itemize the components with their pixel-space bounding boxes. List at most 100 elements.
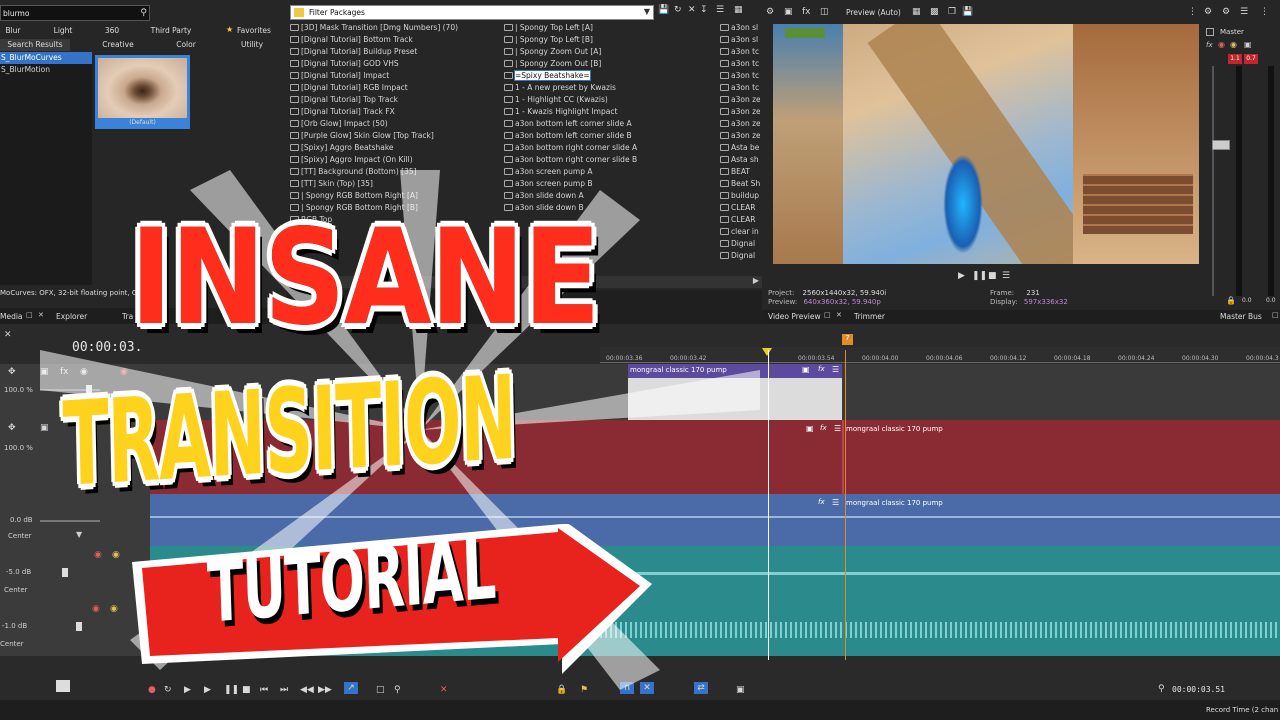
fx-icon[interactable]: fx — [818, 498, 825, 506]
preset-thumbnail[interactable]: (Default) — [95, 55, 190, 129]
refresh-icon[interactable]: ↻ — [674, 4, 682, 16]
device-icon[interactable]: ▣ — [784, 6, 793, 18]
preset-item[interactable]: a3on ze — [720, 106, 760, 118]
tab-light[interactable]: Light — [46, 26, 80, 35]
settings-icon[interactable]: ⚙ — [1204, 6, 1212, 18]
tab-360[interactable]: 360 — [100, 26, 124, 35]
preset-item[interactable]: [Purple Glow] Skin Glow [Top Track] — [290, 130, 504, 142]
search-icon[interactable]: ⚲ — [140, 7, 147, 19]
tab-master-bus[interactable]: Master Bus — [1220, 312, 1262, 321]
tab-favorites[interactable]: Favorites — [236, 26, 272, 35]
stop-icon[interactable]: ■ — [988, 270, 997, 282]
mixer-icon[interactable]: ⚙ — [1222, 6, 1230, 18]
preset-item[interactable]: [Orb Glow] Impact (50) — [290, 118, 504, 130]
fx-icon[interactable]: fx — [1206, 41, 1213, 49]
grid-overlay-icon[interactable]: ▦ — [912, 6, 921, 18]
preset-item[interactable]: [Dignal Tutorial] RGB Impact — [290, 82, 504, 94]
preset-item[interactable]: a3on bottom right corner slide A — [504, 142, 716, 154]
download-icon[interactable]: ↧ — [700, 4, 708, 16]
clip-menu-icon[interactable]: ☰ — [832, 498, 839, 507]
marker-flag[interactable]: 7 — [842, 334, 853, 345]
preview-quality-select[interactable]: Preview (Auto) — [846, 8, 901, 17]
preset-item[interactable]: | Spongy Top Left [A] — [504, 22, 716, 34]
play-icon[interactable]: ▶ — [958, 270, 965, 282]
preset-item[interactable]: [Dignal Tutorial] Track FX — [290, 106, 504, 118]
split-icon[interactable]: ◫ — [820, 6, 829, 18]
video-clip-2[interactable]: ▣ fx ☰ mongraal classic 170 pump — [806, 420, 1280, 494]
tab-search-results[interactable]: Search Results — [0, 39, 70, 51]
tab-color[interactable]: Color — [160, 40, 212, 49]
preset-item[interactable]: 1 - Highlight CC (Kwazis) — [504, 94, 716, 106]
preset-item[interactable]: a3on sl — [720, 22, 760, 34]
preset-item[interactable]: | Spongy Top Left [B] — [504, 34, 716, 46]
preset-item[interactable]: [Dignal Tutorial] Impact — [290, 70, 504, 82]
preset-item[interactable]: a3on bottom left corner slide B — [504, 130, 716, 142]
master-checkbox[interactable] — [1206, 28, 1214, 36]
preset-item[interactable]: a3on tc — [720, 46, 760, 58]
preset-item[interactable]: Asta sh — [720, 154, 760, 166]
preset-item[interactable]: Asta be — [720, 142, 760, 154]
save-snapshot-icon[interactable]: 💾 — [962, 6, 973, 18]
fx-search-input[interactable]: blurmo — [3, 9, 29, 18]
list-icon[interactable]: ☰ — [716, 4, 724, 16]
preset-item[interactable]: [Dignal Tutorial] GOD VHS — [290, 58, 504, 70]
filter-packages-dropdown[interactable]: Filter Packages ▼ — [290, 5, 654, 20]
chevron-down-icon[interactable]: ▼ — [644, 7, 650, 16]
tab-utility[interactable]: Utility — [226, 40, 278, 49]
lock-icon[interactable]: 🔒 — [1226, 296, 1236, 305]
more-icon[interactable]: ⋮ — [1188, 6, 1197, 18]
preset-item[interactable]: a3on tc — [720, 82, 760, 94]
save-icon[interactable]: 💾 — [658, 4, 669, 16]
tab-trimmer[interactable]: Trimmer — [854, 312, 885, 321]
preset-item[interactable]: a3on bottom left corner slide A — [504, 118, 716, 130]
bus-icon[interactable]: ▣ — [1244, 40, 1252, 49]
bars-icon[interactable]: ☰ — [1240, 6, 1248, 18]
clip-menu-icon[interactable]: ☰ — [832, 365, 839, 374]
preset-item[interactable]: =Spixy Beatshake= — [504, 70, 716, 82]
settings-icon[interactable]: ⚙ — [766, 6, 774, 18]
close-icon[interactable]: ✕ — [4, 330, 12, 340]
fx-icon[interactable]: fx — [802, 6, 811, 18]
tab-media[interactable]: Media — [0, 312, 23, 321]
snapshot-icon[interactable]: ▩ — [930, 6, 939, 18]
crop-icon[interactable]: ▣ — [802, 365, 810, 374]
preset-item[interactable]: a3on tc — [720, 58, 760, 70]
preset-item[interactable]: | Spongy Zoom Out [B] — [504, 58, 716, 70]
clip-menu-icon[interactable]: ☰ — [834, 424, 841, 433]
fx-list-item[interactable]: S_BlurMotion — [0, 64, 92, 76]
expand-icon[interactable]: ✥ — [8, 366, 16, 378]
preset-item[interactable]: a3on ze — [720, 130, 760, 142]
preset-item[interactable]: [Dignal Tutorial] Top Track — [290, 94, 504, 106]
preset-item[interactable]: [3D] Mask Transition [Dmg Numbers] (70) — [290, 22, 504, 34]
master-fader[interactable] — [1212, 140, 1230, 150]
preset-item[interactable]: a3on sl — [720, 34, 760, 46]
tab-third-party[interactable]: Third Party — [146, 26, 196, 35]
expand-icon[interactable]: ✥ — [8, 422, 16, 434]
preset-item[interactable]: [Spixy] Aggro Beatshake — [290, 142, 504, 154]
preset-item[interactable]: a3on ze — [720, 94, 760, 106]
fx-list-item[interactable]: S_BlurMoCurves — [0, 52, 92, 64]
preset-item[interactable]: a3on bottom right corner slide B — [504, 154, 716, 166]
menu-icon[interactable]: ☰ — [1002, 270, 1010, 282]
pause-icon[interactable]: ❚❚ — [972, 270, 987, 282]
solo-icon[interactable]: ◉ — [1230, 40, 1237, 49]
tab-creative[interactable]: Creative — [92, 40, 144, 49]
fx-icon[interactable]: fx — [818, 365, 825, 373]
preset-item[interactable]: a3on tc — [720, 70, 760, 82]
close-icon[interactable]: □ — [26, 311, 33, 319]
fx-search-box[interactable]: blurmo ⚲ — [0, 5, 150, 21]
fx-icon[interactable]: fx — [820, 424, 827, 432]
tab-blur[interactable]: Blur — [0, 26, 26, 35]
delete-icon[interactable]: ✕ — [688, 4, 696, 16]
preset-item[interactable]: [Spixy] Aggro Impact (On Kill) — [290, 154, 504, 166]
preset-item[interactable]: a3on ze — [720, 118, 760, 130]
location-icon[interactable]: ⚲ — [1158, 683, 1165, 695]
grid-icon[interactable]: ▦ — [734, 4, 743, 16]
preset-item[interactable]: 1 - Kwazis Highlight Impact — [504, 106, 716, 118]
close-icon[interactable]: □ — [824, 311, 831, 319]
preset-item[interactable]: 1 - A new preset by Kwazis — [504, 82, 716, 94]
preset-item[interactable]: [Dignal Tutorial] Buildup Preset — [290, 46, 504, 58]
mute-icon[interactable]: ◉ — [1218, 40, 1225, 49]
close-icon[interactable]: ✕ — [836, 311, 842, 319]
close-icon[interactable]: □ — [1272, 311, 1279, 319]
